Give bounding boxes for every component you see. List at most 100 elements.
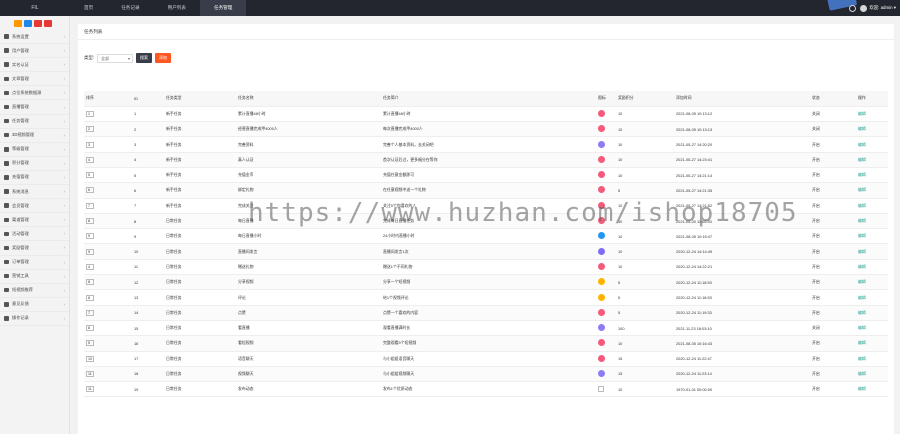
sort-input[interactable]: 11 [86, 386, 94, 393]
sidebar-item[interactable]: 任务管理 › [0, 115, 69, 129]
quick-action-button[interactable] [34, 19, 42, 27]
edit-link[interactable]: 编辑 [858, 218, 866, 223]
type-cell: 日常任务 [164, 228, 236, 245]
edit-link[interactable]: 编辑 [858, 386, 866, 391]
sidebar: 系统设置 › 用户管理 › 实名认证 › 文章管理 › 点位系统数据源 › 直播管理 › 任务管理 › 3D… [0, 16, 70, 434]
edit-link[interactable]: 编辑 [858, 295, 866, 300]
sidebar-item[interactable]: 用户管理 › [0, 44, 69, 59]
sidebar-item[interactable]: 短视频推荐 › [0, 284, 69, 298]
sidebar-item[interactable]: 奖励管理 › [0, 241, 69, 256]
task-icon [598, 171, 605, 179]
sidebar-item[interactable]: 系统设置 › [0, 30, 69, 45]
sidebar-item[interactable]: 文章管理 › [0, 72, 69, 87]
edit-link[interactable]: 编辑 [858, 279, 866, 284]
action-cell: 编辑 [856, 243, 888, 260]
quick-action-button[interactable] [44, 19, 52, 27]
sort-input[interactable]: 6 [86, 187, 94, 194]
app-logo[interactable]: FIL [0, 0, 70, 16]
chevron-right-icon: › [63, 245, 66, 251]
time-cell: 2020-12-24 11:18:53 [674, 289, 810, 306]
sort-input[interactable]: 10 [86, 355, 94, 362]
edit-link[interactable]: 编辑 [858, 172, 866, 177]
sidebar-item[interactable]: 3D视频管理 › [0, 129, 69, 143]
edit-link[interactable]: 编辑 [858, 187, 866, 192]
edit-link[interactable]: 编辑 [858, 249, 866, 254]
sort-input[interactable]: 11 [86, 370, 94, 377]
sidebar-item[interactable]: 等级管理 › [0, 143, 69, 157]
column-header: 状态 [810, 91, 856, 107]
sidebar-item[interactable]: 积分管理 › [0, 157, 69, 171]
type-select[interactable]: 全部 ▾ [97, 53, 134, 63]
sort-input[interactable]: 5 [86, 340, 94, 347]
sidebar-item[interactable]: 充值管理 › [0, 171, 69, 186]
sort-input[interactable]: 8 [86, 325, 94, 332]
id-cell: 12 [132, 274, 164, 291]
sort-input[interactable]: 8 [86, 218, 94, 225]
search-button[interactable]: 搜索 [136, 53, 153, 63]
chevron-right-icon: › [63, 301, 66, 307]
status-cell: 关闭 [810, 121, 856, 138]
quick-action-button[interactable] [24, 19, 32, 27]
status-cell: 开启 [810, 136, 856, 153]
task-icon [598, 155, 605, 163]
sort-input[interactable]: 8 [86, 279, 94, 286]
sidebar-item[interactable]: 操作记录 › [0, 312, 69, 326]
edit-link[interactable]: 编辑 [858, 310, 866, 315]
sidebar-item[interactable]: 会员管理 › [0, 199, 69, 214]
edit-link[interactable]: 编辑 [858, 157, 866, 162]
sidebar-item[interactable]: 实名认证 › [0, 58, 69, 73]
sort-input[interactable]: 4 [86, 263, 94, 270]
edit-link[interactable]: 编辑 [858, 126, 866, 131]
sidebar-item[interactable]: 渠道管理 › [0, 213, 69, 228]
edit-link[interactable]: 编辑 [858, 325, 866, 330]
filter-bar: 类型: 全部 ▾ 搜索 添加 [84, 53, 172, 63]
edit-link[interactable]: 编辑 [858, 111, 866, 116]
sidebar-item[interactable]: 系统消息 › [0, 185, 69, 200]
sort-input[interactable]: 1 [86, 110, 94, 117]
edit-link[interactable]: 编辑 [858, 142, 866, 147]
edit-link[interactable]: 编辑 [858, 356, 866, 361]
sort-input[interactable]: 3 [86, 141, 94, 148]
sort-input[interactable]: 4 [86, 156, 94, 163]
edit-link[interactable]: 编辑 [858, 264, 866, 269]
top-nav-item[interactable]: 用户列表 [154, 0, 200, 16]
refresh-icon[interactable] [849, 4, 857, 12]
edit-link[interactable]: 编辑 [858, 371, 866, 376]
add-button[interactable]: 添加 [155, 53, 172, 63]
task-icon [598, 201, 605, 209]
sidebar-item[interactable]: 订单管理 › [0, 256, 69, 270]
action-cell: 编辑 [856, 351, 888, 367]
edit-link[interactable]: 编辑 [858, 340, 866, 345]
top-nav-item[interactable]: 任务管理 [199, 0, 247, 16]
sort-input[interactable]: 7 [86, 202, 94, 209]
avatar [860, 4, 868, 12]
intro-cell: 累计直播48小时 [381, 106, 596, 123]
sidebar-item-label: 任务管理 [12, 118, 29, 124]
admin-menu[interactable]: 欢迎: admin ▾ [860, 4, 896, 12]
sidebar-item[interactable]: 意见反馈 › [0, 298, 69, 312]
sort-input[interactable]: 7 [86, 309, 94, 316]
chevron-right-icon: › [63, 287, 66, 293]
broken-image-icon [598, 386, 604, 393]
sort-input[interactable]: 5 [86, 172, 94, 179]
quick-action-button[interactable] [14, 19, 22, 27]
name-cell: 绑定礼物 [236, 182, 381, 199]
type-cell: 日常任务 [164, 366, 236, 383]
sidebar-item[interactable]: 活动管理 › [0, 227, 69, 242]
sort-input[interactable]: 9 [86, 248, 94, 255]
edit-link[interactable]: 编辑 [858, 233, 866, 238]
sort-input[interactable]: 2 [86, 126, 94, 133]
sidebar-item[interactable]: 直播管理 › [0, 100, 69, 115]
icon-cell [596, 213, 616, 230]
sidebar-item[interactable]: 营销工具 › [0, 270, 69, 284]
status-cell: 开启 [810, 351, 856, 367]
sort-input[interactable]: 9 [86, 233, 94, 240]
bell-icon [4, 189, 9, 194]
sidebar-item[interactable]: 点位系统数据源 › [0, 86, 69, 101]
edit-link[interactable]: 编辑 [858, 203, 866, 208]
top-nav-item[interactable]: 任务记录 [107, 0, 153, 16]
task-icon [4, 118, 9, 124]
sidebar-item-label: 用户管理 [12, 47, 29, 53]
sort-input[interactable]: 8 [86, 294, 94, 301]
top-nav-item[interactable]: 首页 [70, 0, 107, 16]
